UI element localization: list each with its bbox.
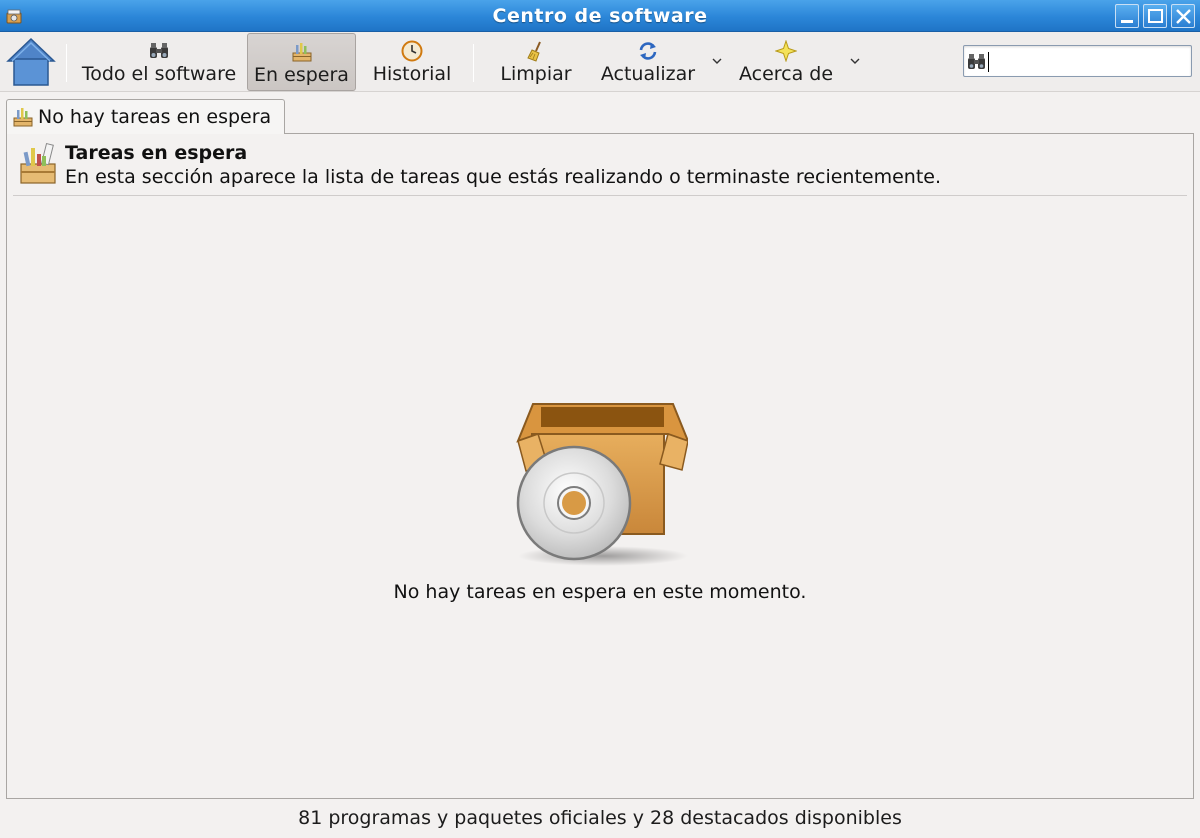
refresh-icon: [639, 42, 657, 60]
toolbar-item-label: Acerca de: [738, 63, 834, 85]
maximize-icon: [1148, 9, 1163, 23]
empty-state-message: No hay tareas en espera en este momento.: [393, 581, 807, 603]
toolbar-item-pending[interactable]: En espera: [247, 33, 356, 91]
tasks-icon: [292, 43, 312, 62]
section-description: En esta sección aparece la lista de tare…: [65, 166, 942, 188]
toolbar-separator: [473, 44, 474, 82]
toolbar-item-label: Todo el software: [81, 63, 237, 85]
minimize-icon: [1121, 20, 1133, 23]
chevron-down-icon[interactable]: [711, 56, 723, 66]
status-bar: 81 programas y paquetes oficiales y 28 d…: [0, 800, 1200, 838]
content-panel: Tareas en espera En esta sección aparece…: [6, 133, 1194, 799]
tasks-icon: [13, 108, 33, 127]
chevron-down-icon[interactable]: [849, 56, 861, 66]
toolbar: Todo el software En espera Historial Lim…: [0, 32, 1200, 92]
close-button[interactable]: [1171, 4, 1195, 28]
binoculars-icon: [150, 43, 168, 58]
tab-label: No hay tareas en espera: [38, 106, 272, 128]
window-title: Centro de software: [492, 5, 708, 27]
search-box[interactable]: [963, 45, 1192, 77]
clock-icon: [401, 40, 423, 62]
toolbar-item-all-software[interactable]: Todo el software: [74, 33, 244, 91]
toolbar-item-about[interactable]: Acerca de: [730, 33, 842, 91]
status-text: 81 programas y paquetes oficiales y 28 d…: [298, 807, 902, 829]
toolbar-item-label: Historial: [372, 63, 452, 85]
home-icon: [6, 37, 56, 86]
maximize-button[interactable]: [1143, 4, 1167, 28]
tab-pending-tasks[interactable]: No hay tareas en espera: [6, 99, 285, 134]
section-title: Tareas en espera: [65, 142, 248, 164]
broom-icon: [527, 41, 541, 62]
home-button[interactable]: [5, 33, 57, 91]
package-disc-icon: [516, 403, 688, 566]
tasks-icon: [20, 142, 56, 184]
toolbar-item-update[interactable]: Actualizar: [590, 33, 706, 91]
toolbar-item-clean[interactable]: Limpiar: [492, 33, 580, 91]
toolbar-item-label: Limpiar: [500, 63, 572, 85]
search-input[interactable]: [988, 49, 1188, 73]
close-icon: [1176, 9, 1191, 24]
header-divider: [13, 195, 1187, 196]
toolbar-separator: [66, 44, 67, 82]
toolbar-item-label: Actualizar: [600, 63, 696, 85]
title-bar: Centro de software: [0, 0, 1200, 32]
toolbar-item-label: En espera: [254, 64, 349, 86]
toolbar-item-history[interactable]: Historial: [362, 33, 462, 91]
binoculars-icon: [968, 54, 985, 69]
text-caret: [988, 52, 989, 72]
minimize-button[interactable]: [1115, 4, 1139, 28]
star-icon: [775, 40, 797, 62]
